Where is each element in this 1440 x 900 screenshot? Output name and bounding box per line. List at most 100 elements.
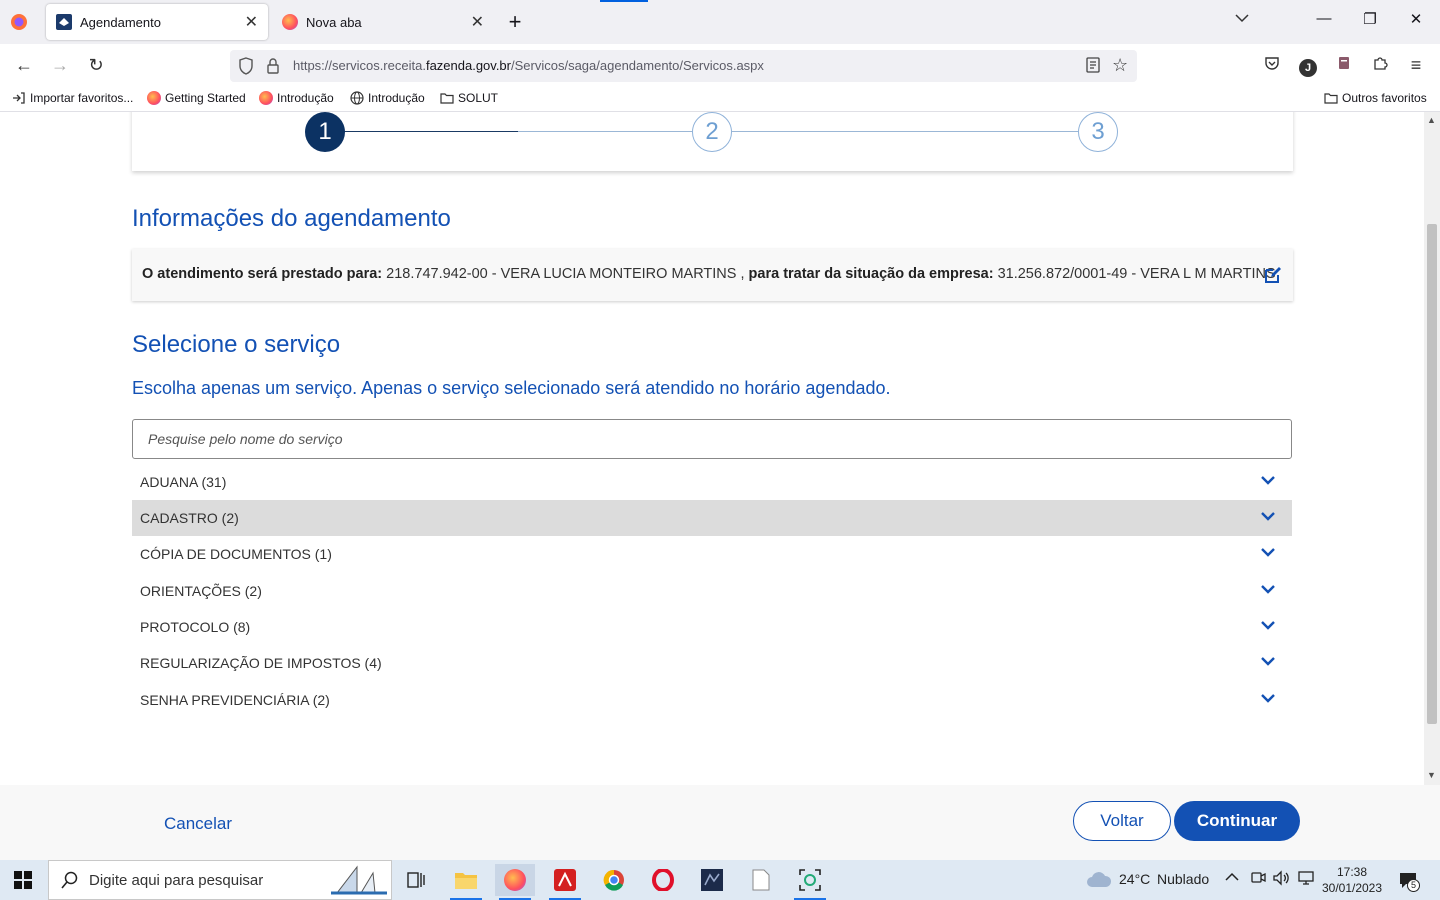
appointment-info-text: O atendimento será prestado para: 218.74… — [142, 266, 1276, 282]
category-label: CADASTRO (2) — [140, 510, 239, 526]
meet-now-icon[interactable] — [1250, 870, 1266, 889]
minimize-icon[interactable]: — — [1312, 10, 1336, 27]
service-search-input[interactable] — [132, 419, 1292, 459]
category-label: ADUANA (31) — [140, 474, 227, 490]
weather-temperature[interactable]: 24°C — [1119, 871, 1150, 887]
notepad-icon[interactable] — [741, 864, 781, 896]
category-copia-documentos[interactable]: CÓPIA DE DOCUMENTOS (1) — [132, 536, 1292, 572]
notification-center-icon[interactable]: 5 — [1398, 870, 1420, 895]
reload-icon[interactable]: ↻ — [84, 54, 108, 76]
info-heading: Informações do agendamento — [132, 205, 451, 232]
new-tab-button[interactable]: + — [503, 9, 527, 35]
url-text[interactable]: https://servicos.receita.fazenda.gov.br/… — [293, 58, 764, 73]
continue-button[interactable]: Continuar — [1174, 801, 1300, 841]
globe-icon — [350, 91, 364, 105]
firefox-taskbar-icon[interactable] — [495, 864, 535, 900]
cancel-button[interactable]: Cancelar — [164, 814, 232, 834]
page-scrollbar[interactable]: ▲ ▼ — [1424, 112, 1440, 785]
back-button[interactable]: Voltar — [1073, 801, 1171, 841]
forward-icon[interactable]: → — [48, 54, 72, 76]
step-3[interactable]: 3 — [1078, 112, 1118, 152]
acrobat-icon[interactable] — [545, 864, 585, 900]
speaker-icon[interactable] — [1272, 870, 1290, 889]
bookmark-getting-started[interactable]: Getting Started — [147, 91, 246, 105]
step-2[interactable]: 2 — [692, 112, 732, 152]
lock-icon[interactable] — [266, 57, 280, 80]
taskbar-search[interactable]: Digite aqui para pesquisar — [48, 860, 392, 900]
chrome-icon[interactable] — [594, 864, 634, 896]
taskbar-clock[interactable]: 17:38 30/01/2023 — [1320, 864, 1384, 896]
bookmark-label: SOLUT — [458, 91, 499, 105]
weather-description[interactable]: Nublado — [1157, 871, 1209, 887]
category-senha-previdenciaria[interactable]: SENHA PREVIDENCIÁRIA (2) — [132, 682, 1292, 718]
step-line-completed — [344, 131, 518, 132]
step-line — [518, 131, 692, 132]
bookmark-import[interactable]: Importar favoritos... — [12, 91, 133, 105]
category-protocolo[interactable]: PROTOCOLO (8) — [132, 609, 1292, 645]
category-regularizacao-impostos[interactable]: REGULARIZAÇÃO DE IMPOSTOS (4) — [132, 645, 1292, 681]
tab-agendamento[interactable]: Agendamento ✕ — [46, 4, 268, 40]
folder-icon — [1324, 91, 1338, 105]
windows-taskbar: Digite aqui para pesquisar 24°C Nublado — [0, 860, 1440, 900]
firefox-icon — [259, 91, 273, 105]
bookmark-star-icon[interactable]: ☆ — [1112, 55, 1128, 76]
category-label: SENHA PREVIDENCIÁRIA (2) — [140, 692, 330, 708]
chevron-down-icon[interactable] — [1260, 655, 1276, 667]
step-line — [732, 131, 1078, 132]
pocket-icon[interactable] — [1260, 54, 1284, 76]
url-bar[interactable]: https://servicos.receita.fazenda.gov.br/… — [230, 50, 1137, 82]
appointment-info-box: O atendimento será prestado para: 218.74… — [132, 249, 1293, 301]
close-tab-icon[interactable]: ✕ — [245, 12, 258, 32]
account-avatar[interactable]: J — [1296, 54, 1320, 77]
service-heading: Selecione o serviço — [132, 331, 341, 358]
category-cadastro[interactable]: CADASTRO (2) — [132, 500, 1292, 536]
progress-stepper: 1 2 3 — [132, 112, 1293, 171]
scroll-thumb[interactable] — [1427, 224, 1437, 724]
tab-nova-aba[interactable]: Nova aba ✕ — [272, 4, 494, 40]
bookmark-folder-solut[interactable]: SOLUT — [440, 91, 498, 105]
chevron-up-icon[interactable] — [1225, 870, 1239, 886]
file-explorer-icon[interactable] — [446, 864, 486, 900]
task-view-icon[interactable] — [396, 864, 436, 896]
chevron-down-icon[interactable] — [1260, 619, 1276, 631]
search-icon — [61, 871, 79, 893]
tab-title: Agendamento — [80, 14, 161, 30]
bloodhound-app-icon[interactable] — [692, 864, 732, 896]
cloud-weather-icon[interactable] — [1086, 872, 1112, 893]
chevron-down-icon[interactable] — [1260, 546, 1276, 558]
chevron-down-icon[interactable] — [1260, 510, 1276, 522]
list-tabs-icon[interactable] — [1230, 10, 1254, 27]
network-icon[interactable] — [1297, 870, 1315, 889]
edit-icon[interactable] — [1263, 265, 1283, 285]
scroll-up-icon[interactable]: ▲ — [1427, 115, 1436, 125]
close-tab-icon[interactable]: ✕ — [471, 12, 484, 32]
menu-hamburger-icon[interactable]: ≡ — [1404, 54, 1428, 76]
close-window-icon[interactable]: ✕ — [1404, 10, 1428, 28]
shield-icon[interactable] — [238, 57, 254, 80]
extension-icon[interactable] — [1332, 54, 1356, 76]
restore-icon[interactable]: ❐ — [1358, 10, 1382, 28]
company-label: para tratar da situação da empresa: — [748, 266, 994, 282]
reader-view-icon[interactable] — [1085, 57, 1101, 78]
biometric-app-icon[interactable] — [790, 864, 830, 900]
taskbar-search-placeholder: Digite aqui para pesquisar — [89, 872, 264, 889]
category-aduana[interactable]: ADUANA (31) — [132, 464, 1292, 500]
tab-title: Nova aba — [306, 14, 362, 30]
extensions-puzzle-icon[interactable] — [1368, 54, 1392, 76]
bookmark-introducao-1[interactable]: Introdução — [259, 91, 334, 105]
scroll-down-icon[interactable]: ▼ — [1427, 770, 1436, 780]
clock-date: 30/01/2023 — [1321, 881, 1383, 895]
bookmark-introducao-2[interactable]: Introdução — [350, 91, 425, 105]
person-label: O atendimento será prestado para: — [142, 266, 383, 282]
chevron-down-icon[interactable] — [1260, 583, 1276, 595]
step-1[interactable]: 1 — [305, 112, 345, 152]
bookmark-folder-outros[interactable]: Outros favoritos — [1324, 91, 1427, 105]
chevron-down-icon[interactable] — [1260, 692, 1276, 704]
windows-start-icon[interactable] — [14, 871, 32, 894]
opera-icon[interactable] — [643, 864, 683, 896]
category-orientacoes[interactable]: ORIENTAÇÕES (2) — [132, 573, 1292, 609]
back-icon[interactable]: ← — [12, 54, 36, 76]
chevron-down-icon[interactable] — [1260, 474, 1276, 486]
firefox-favicon-icon — [282, 14, 298, 30]
firefox-view-icon[interactable] — [10, 13, 28, 36]
